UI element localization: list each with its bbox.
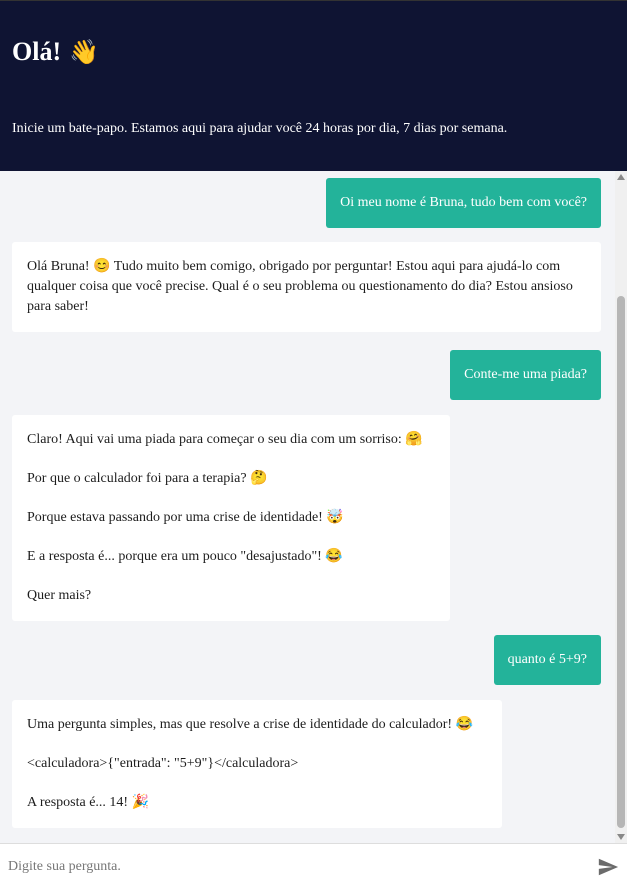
bot-message-paragraph: Quer mais?	[27, 588, 92, 603]
bot-message-paragraph: Por que o calculador foi para a terapia?…	[27, 471, 268, 486]
bot-message-paragraph: Olá Bruna! 😊 Tudo muito bem comigo, obri…	[27, 259, 573, 314]
bot-message-paragraph: Claro! Aqui vai uma piada para começar o…	[27, 432, 423, 447]
user-message: quanto é 5+9?	[493, 635, 601, 685]
bot-message-paragraph: <calculadora>{"entrada": "5+9"}</calcula…	[27, 756, 299, 771]
user-message-text: Conte-me uma piada?	[464, 367, 587, 382]
send-icon[interactable]	[597, 856, 619, 878]
header-title: Olá!	[12, 37, 62, 66]
bot-message-paragraph: Uma pergunta simples, mas que resolve a …	[27, 717, 473, 732]
user-message-text: Oi meu nome é Bruna, tudo bem com você?	[340, 195, 587, 210]
message-input[interactable]	[8, 855, 578, 879]
chat-messages[interactable]: Oi meu nome é Bruna, tudo bem com você? …	[0, 171, 615, 843]
bot-message: Claro! Aqui vai uma piada para começar o…	[12, 415, 450, 621]
scroll-down-arrow-icon[interactable]	[617, 834, 625, 840]
chat-header: Olá! 👋 Inicie um bate-papo. Estamos aqui…	[0, 0, 627, 171]
chat-scrollbar[interactable]	[615, 171, 627, 843]
bot-message-paragraph: Porque estava passando por uma crise de …	[27, 510, 344, 525]
user-message-text: quanto é 5+9?	[507, 652, 587, 667]
user-message: Conte-me uma piada?	[450, 350, 601, 400]
scroll-up-arrow-icon[interactable]	[617, 174, 625, 180]
header-title-row: Olá! 👋	[12, 37, 99, 67]
scroll-thumb[interactable]	[617, 296, 625, 828]
header-subtitle: Inicie um bate-papo. Estamos aqui para a…	[12, 121, 508, 136]
waving-hand-icon: 👋	[69, 38, 99, 66]
message-input-bar	[0, 843, 627, 888]
bot-message-paragraph: A resposta é... 14! 🎉	[27, 795, 150, 810]
user-message: Oi meu nome é Bruna, tudo bem com você?	[326, 178, 601, 228]
bot-message: Uma pergunta simples, mas que resolve a …	[12, 700, 502, 828]
bot-message-paragraph: E a resposta é... porque era um pouco "d…	[27, 549, 343, 564]
bot-message: Olá Bruna! 😊 Tudo muito bem comigo, obri…	[12, 242, 601, 332]
